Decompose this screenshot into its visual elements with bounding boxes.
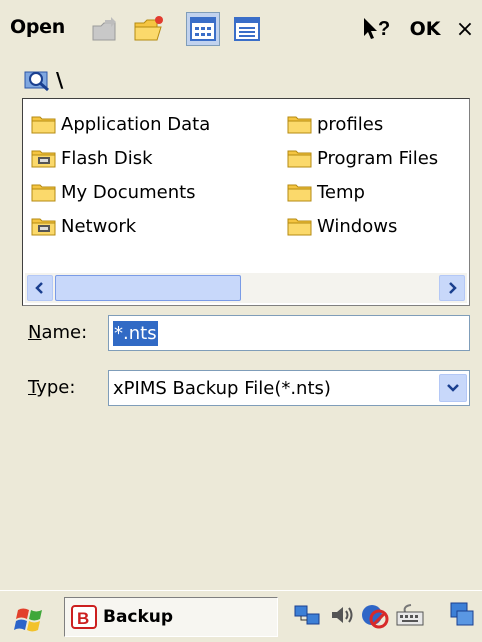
scroll-left-button[interactable] <box>27 275 53 301</box>
folder-icon <box>31 116 56 134</box>
file-item-my-documents[interactable]: My Documents <box>31 177 281 207</box>
file-item-label: Program Files <box>317 147 439 169</box>
chevron-down-icon <box>447 384 459 392</box>
close-button[interactable]: × <box>449 10 481 48</box>
name-label: Name: <box>28 322 87 343</box>
ok-button[interactable]: OK <box>405 10 445 48</box>
list-view-button[interactable] <box>186 12 220 46</box>
keyboard-icon <box>396 604 424 626</box>
command-bar: Open ? OK × <box>0 0 482 58</box>
file-type-select[interactable]: xPIMS Backup File(*.nts) <box>108 370 470 406</box>
chevron-right-icon <box>449 282 457 294</box>
svg-text:B: B <box>77 609 89 628</box>
file-item-label: Application Data <box>61 113 211 135</box>
name-label-text: ame: <box>41 322 88 343</box>
storage-folder-icon <box>31 150 56 168</box>
up-folder-button[interactable] <box>88 12 122 46</box>
file-name-value: *.nts <box>113 320 158 346</box>
new-folder-button[interactable] <box>132 12 166 46</box>
list-view-icon <box>190 17 216 41</box>
keyboard-tray-button[interactable] <box>394 599 426 631</box>
speaker-icon <box>332 607 353 623</box>
type-label: Type: <box>28 377 75 398</box>
dialog-title: Open <box>10 16 65 38</box>
show-desktop-icon <box>450 602 474 626</box>
details-view-icon <box>234 17 260 41</box>
start-button[interactable] <box>14 601 48 635</box>
file-item-profiles[interactable]: profiles <box>287 109 467 139</box>
file-item-label: Windows <box>317 215 398 237</box>
up-folder-icon <box>92 17 116 41</box>
type-label-text: ype: <box>36 377 76 398</box>
file-item-windows[interactable]: Windows <box>287 211 467 241</box>
file-item-label: Network <box>61 215 137 237</box>
file-type-dropdown-button[interactable] <box>439 374 467 402</box>
file-item-flash-disk[interactable]: Flash Disk <box>31 143 281 173</box>
volume-tray-button[interactable] <box>326 599 358 631</box>
file-item-label: profiles <box>317 113 384 135</box>
storage-folder-icon <box>31 218 56 236</box>
folder-icon <box>287 116 312 134</box>
new-folder-icon <box>134 16 163 41</box>
network-tray-button[interactable] <box>292 599 324 631</box>
help-pointer-icon: ? <box>364 18 390 40</box>
sync-tray-button[interactable] <box>358 599 390 631</box>
desktop-tray-button[interactable] <box>446 599 478 631</box>
file-item-label: Flash Disk <box>61 147 153 169</box>
network-icon <box>294 605 320 625</box>
search-folder-icon <box>24 71 49 92</box>
help-button[interactable]: ? <box>358 10 398 48</box>
file-type-value: xPIMS Backup File(*.nts) <box>113 377 331 399</box>
backup-app-icon: B <box>71 605 97 629</box>
path-bar: \ <box>24 66 63 94</box>
file-item-label: Temp <box>317 181 365 203</box>
folder-icon <box>287 218 312 236</box>
folder-icon <box>287 184 312 202</box>
file-name-input[interactable]: *.nts <box>108 315 470 351</box>
taskbar-item-backup[interactable]: B Backup <box>64 597 278 637</box>
file-list[interactable]: Application Data Flash Disk My Documents… <box>22 98 470 306</box>
windows-flag-icon <box>14 608 42 632</box>
chevron-left-icon <box>35 282 43 294</box>
file-item-network[interactable]: Network <box>31 211 281 241</box>
horizontal-scrollbar[interactable] <box>25 273 467 303</box>
folder-icon <box>287 150 312 168</box>
type-label-accel: T <box>28 377 37 398</box>
file-item-program-files[interactable]: Program Files <box>287 143 467 173</box>
svg-text:?: ? <box>378 18 390 40</box>
name-label-accel: N <box>28 322 42 343</box>
scroll-right-button[interactable] <box>439 275 465 301</box>
taskbar-item-label: Backup <box>103 607 174 627</box>
scroll-thumb[interactable] <box>55 275 241 301</box>
details-view-button[interactable] <box>230 12 264 46</box>
file-item-label: My Documents <box>61 181 196 203</box>
sync-blocked-icon <box>362 605 389 629</box>
taskbar: B Backup <box>0 590 482 642</box>
folder-icon <box>31 184 56 202</box>
file-item-application-data[interactable]: Application Data <box>31 109 281 139</box>
file-item-temp[interactable]: Temp <box>287 177 467 207</box>
current-path: \ <box>56 68 64 92</box>
